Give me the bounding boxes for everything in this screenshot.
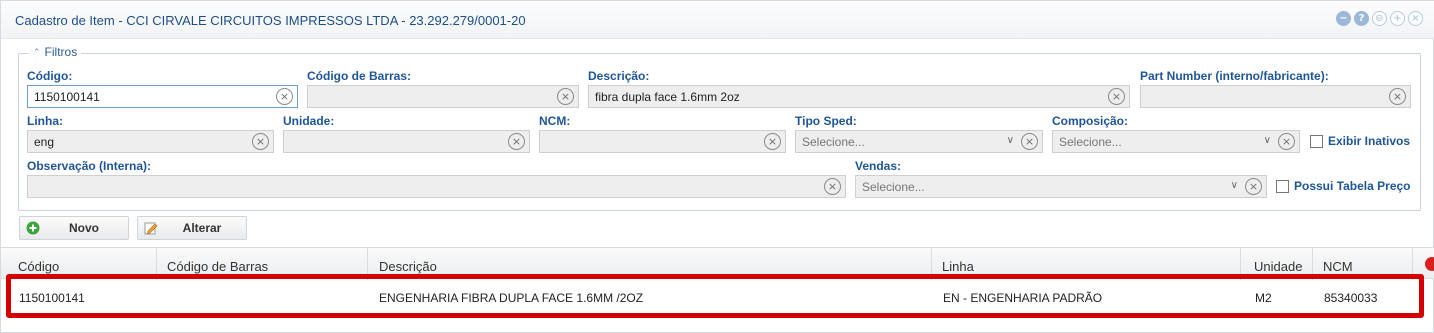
codigo-value: 1150100141 xyxy=(34,90,100,104)
ncm-label: NCM: xyxy=(539,114,571,128)
chevron-down-icon[interactable]: ∨ xyxy=(1007,135,1014,146)
chevron-down-icon[interactable]: ∨ xyxy=(1264,135,1271,146)
clear-descricao-icon[interactable]: × xyxy=(1108,88,1125,105)
exibir-inativos-label: Exibir Inativos xyxy=(1328,134,1411,148)
alterar-label: Alterar xyxy=(182,221,222,235)
tipo-sped-placeholder: Selecione... xyxy=(802,135,865,149)
clear-composicao-icon[interactable]: × xyxy=(1278,133,1295,150)
possui-tabela-preco-label: Possui Tabela Preço xyxy=(1294,179,1411,193)
close-icon[interactable]: × xyxy=(1408,11,1423,26)
linha-label: Linha: xyxy=(27,114,63,128)
item-register-window: Cadastro de Item - CCI CIRVALE CIRCUITOS… xyxy=(0,0,1434,333)
filters-legend[interactable]: ⌃ Filtros xyxy=(29,45,82,59)
help-icon[interactable]: ? xyxy=(1354,11,1369,26)
composicao-placeholder: Selecione... xyxy=(1059,135,1122,149)
title-bar: Cadastro de Item - CCI CIRVALE CIRCUITOS… xyxy=(1,1,1434,39)
novo-button[interactable]: Novo xyxy=(19,216,129,240)
clear-part-number-icon[interactable]: × xyxy=(1389,88,1406,105)
clear-ncm-icon[interactable]: × xyxy=(764,133,781,150)
collapse-caret-icon[interactable]: ⌃ xyxy=(33,47,41,58)
composicao-select[interactable]: Selecione... ∨ × xyxy=(1052,130,1300,153)
clear-linha-icon[interactable]: × xyxy=(252,133,269,150)
codigo-label: Código: xyxy=(27,69,73,83)
part-number-label: Part Number (interno/fabricante): xyxy=(1140,69,1329,83)
title-bar-controls: − ? ⊝ + × xyxy=(1336,11,1423,26)
codigo-input[interactable]: 1150100141 × xyxy=(27,85,298,108)
linha-input[interactable]: eng × xyxy=(27,130,274,153)
clear-codigo-barras-icon[interactable]: × xyxy=(557,88,574,105)
descricao-input[interactable]: fibra dupla face 1.6mm 2oz × xyxy=(588,85,1130,108)
observacao-input[interactable]: × xyxy=(27,175,846,198)
clear-unidade-icon[interactable]: × xyxy=(508,133,525,150)
clear-observacao-icon[interactable]: × xyxy=(824,178,841,195)
ncm-input[interactable]: × xyxy=(539,130,786,153)
grid-options-icon[interactable] xyxy=(1425,257,1434,271)
exibir-inativos-checkbox[interactable]: Exibir Inativos xyxy=(1310,134,1410,148)
info-icon[interactable]: ⊝ xyxy=(1372,11,1387,26)
edit-icon xyxy=(144,221,158,235)
linha-value: eng xyxy=(34,135,55,149)
descricao-label: Descrição: xyxy=(588,69,650,83)
possui-tabela-preco-checkbox[interactable]: Possui Tabela Preço xyxy=(1276,179,1411,193)
novo-label: Novo xyxy=(69,221,99,235)
composicao-label: Composição: xyxy=(1052,114,1129,128)
window-title: Cadastro de Item - CCI CIRVALE CIRCUITOS… xyxy=(15,13,526,28)
maximize-icon[interactable]: + xyxy=(1390,11,1405,26)
observacao-label: Observação (Interna): xyxy=(27,159,152,173)
minimize-icon[interactable]: − xyxy=(1336,11,1351,26)
clear-tipo-sped-icon[interactable]: × xyxy=(1021,133,1038,150)
codigo-barras-input[interactable]: × xyxy=(307,85,579,108)
part-number-input[interactable]: × xyxy=(1140,85,1411,108)
unidade-input[interactable]: × xyxy=(283,130,530,153)
clear-vendas-icon[interactable]: × xyxy=(1245,178,1262,195)
tipo-sped-select[interactable]: Selecione... ∨ × xyxy=(795,130,1043,153)
possui-tabela-preco-box[interactable] xyxy=(1276,179,1289,193)
add-icon xyxy=(26,221,40,235)
unidade-label: Unidade: xyxy=(283,114,335,128)
row-highlight-annotation xyxy=(6,274,1424,318)
codigo-barras-label: Código de Barras: xyxy=(307,69,412,83)
vendas-placeholder: Selecione... xyxy=(862,180,925,194)
filters-legend-label: Filtros xyxy=(44,45,78,59)
clear-codigo-icon[interactable]: × xyxy=(276,88,293,105)
chevron-down-icon[interactable]: ∨ xyxy=(1231,180,1238,191)
tipo-sped-label: Tipo Sped: xyxy=(795,114,857,128)
exibir-inativos-box[interactable] xyxy=(1310,134,1323,148)
vendas-select[interactable]: Selecione... ∨ × xyxy=(855,175,1267,198)
vendas-label: Vendas: xyxy=(855,159,902,173)
descricao-value: fibra dupla face 1.6mm 2oz xyxy=(595,90,740,104)
alterar-button[interactable]: Alterar xyxy=(137,216,247,240)
